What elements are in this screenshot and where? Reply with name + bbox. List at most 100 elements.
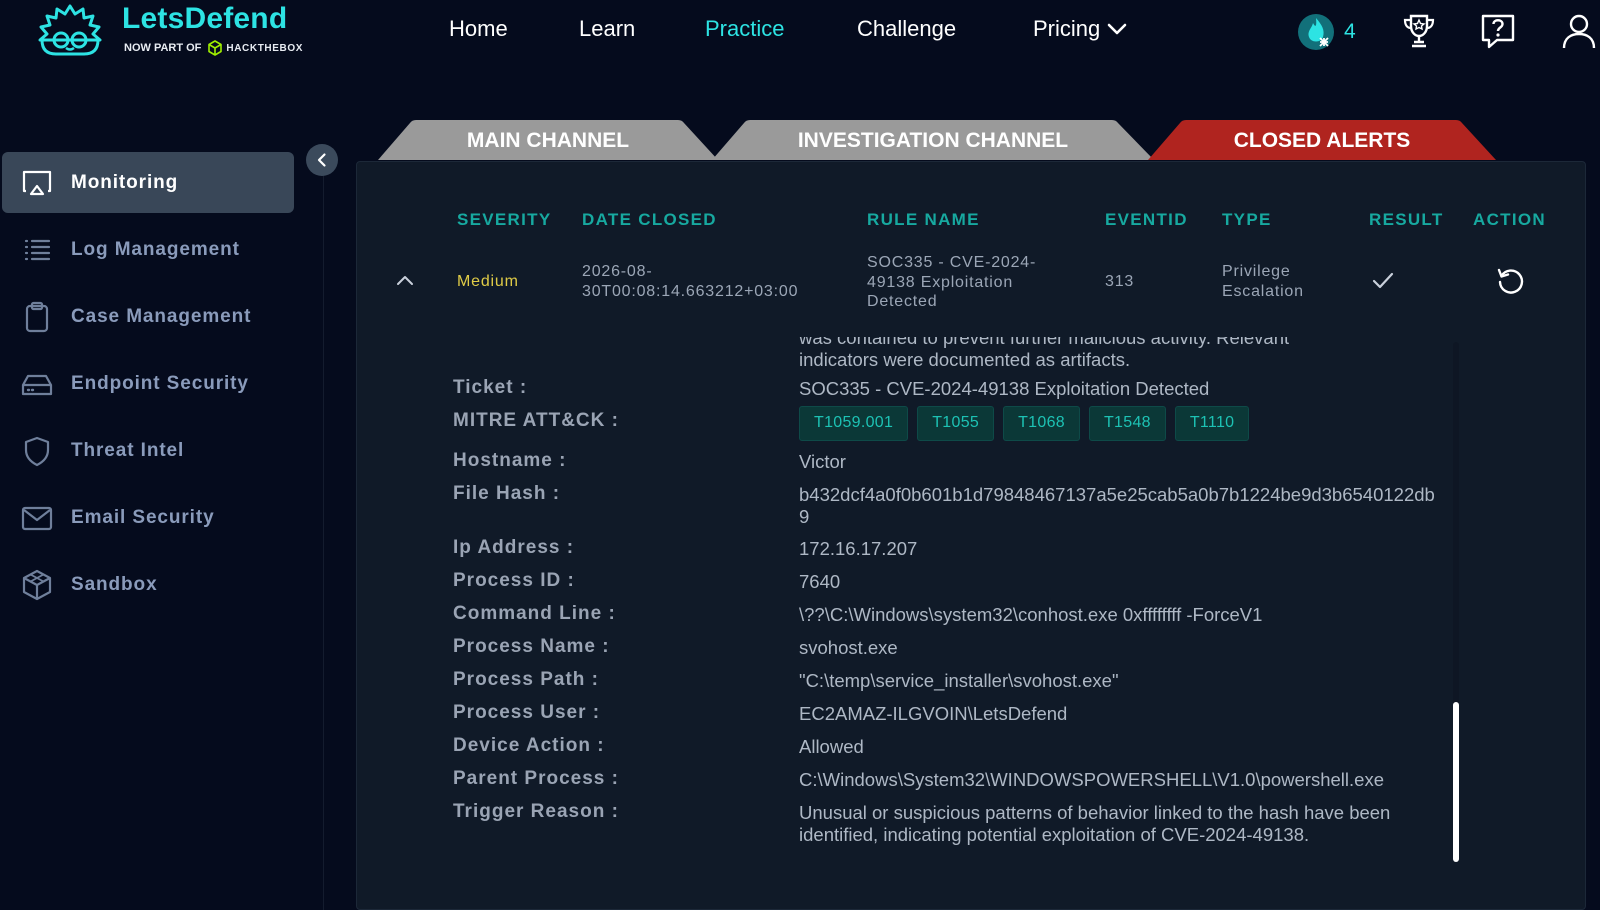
process-name-label: Process Name : — [453, 636, 610, 657]
process-user-label: Process User : — [453, 702, 601, 723]
process-name-value: svohost.exe — [799, 637, 898, 658]
nav-practice[interactable]: Practice — [705, 16, 784, 42]
help-icon[interactable] — [1479, 12, 1517, 50]
partner-logo: HACKTHEBOX — [207, 40, 303, 56]
sidebar-item-label: Monitoring — [71, 171, 179, 193]
mitre-tag[interactable]: T1068 — [1003, 406, 1080, 441]
top-navbar: LetsDefend NOW PART OF HACKTHEBOX Home L… — [0, 0, 1600, 70]
cube-icon — [22, 569, 52, 600]
sidebar-item-threat-intel[interactable]: Threat Intel — [2, 420, 294, 481]
process-user-value: EC2AMAZ-ILGVOIN\LetsDefend — [799, 703, 1068, 724]
tab-label: INVESTIGATION CHANNEL — [797, 129, 1069, 152]
nav-pricing[interactable]: Pricing — [1033, 16, 1128, 42]
column-header-severity[interactable]: SEVERITY — [457, 210, 551, 230]
mitre-tag[interactable]: T1110 — [1174, 406, 1250, 441]
severity-value: Medium — [457, 273, 519, 290]
device-action-label: Device Action : — [453, 735, 605, 756]
tab-main-channel[interactable]: MAIN CHANNEL — [378, 120, 718, 160]
partner-name: HACKTHEBOX — [226, 42, 303, 54]
user-profile-icon[interactable] — [1560, 12, 1598, 50]
restore-action-icon[interactable] — [1495, 265, 1527, 297]
sidebar: Monitoring Log Management Case Managemen… — [0, 150, 324, 910]
flame-streak-icon — [1298, 14, 1334, 50]
alert-row[interactable]: Medium 2026-08- 30T00:08:14.663212+03:00… — [357, 247, 1585, 317]
ticket-value: SOC335 - CVE-2024-49138 Exploitation Det… — [799, 378, 1210, 399]
mail-icon — [21, 506, 53, 530]
scrollbar-thumb[interactable] — [1453, 702, 1459, 862]
ip-address-value: 172.16.17.207 — [799, 538, 918, 559]
tab-label: CLOSED ALERTS — [1233, 129, 1411, 152]
sidebar-item-endpoint-security[interactable]: Endpoint Security — [2, 353, 294, 414]
summary-line: indicators were documented as artifacts. — [799, 349, 1131, 370]
process-path-value: "C:\temp\service_installer\svohost.exe" — [799, 670, 1119, 691]
sidebar-collapse-button[interactable] — [306, 144, 338, 176]
column-header-date-closed[interactable]: DATE CLOSED — [582, 210, 717, 230]
closed-alerts-panel: SEVERITY DATE CLOSED RULE NAME EVENTID T… — [356, 161, 1586, 910]
rule-name-line: 49138 Exploitation — [867, 273, 1014, 291]
sidebar-item-sandbox[interactable]: Sandbox — [2, 554, 294, 615]
column-header-eventid[interactable]: EVENTID — [1105, 210, 1188, 230]
list-icon — [24, 239, 51, 260]
drive-icon — [21, 374, 53, 395]
sidebar-item-label: Email Security — [71, 506, 215, 528]
mitre-tags: T1059.001 T1055 T1068 T1548 T1110 — [799, 406, 1439, 441]
process-id-value: 7640 — [799, 571, 841, 592]
brand-tagline: NOW PART OF HACKTHEBOX — [124, 40, 303, 56]
sidebar-item-case-management[interactable]: Case Management — [2, 286, 294, 347]
trigger-reason-label: Trigger Reason : — [453, 801, 619, 822]
chevron-down-icon — [1107, 23, 1127, 35]
command-line-value: \??\C:\Windows\system32\conhost.exe 0xff… — [799, 604, 1263, 625]
sidebar-item-label: Log Management — [71, 238, 240, 260]
rule-name-line: Detected — [867, 293, 938, 310]
file-hash-value: b432dcf4a0f0b601b1d79848467137a5e25cab5a… — [799, 484, 1435, 527]
date-closed-line: 30T00:08:14.663212+03:00 — [582, 282, 799, 300]
nav-home[interactable]: Home — [449, 16, 508, 42]
column-header-result[interactable]: RESULT — [1369, 210, 1444, 230]
tab-closed-alerts[interactable]: CLOSED ALERTS — [1148, 120, 1496, 160]
monitor-icon — [22, 170, 52, 195]
nav-pricing-label: Pricing — [1033, 16, 1101, 41]
shield-icon — [24, 436, 50, 466]
column-header-rule-name[interactable]: RULE NAME — [867, 210, 980, 230]
mitre-tag[interactable]: T1548 — [1088, 406, 1166, 441]
column-header-type[interactable]: TYPE — [1222, 210, 1272, 230]
device-action-value: Allowed — [799, 736, 864, 757]
details-scrollbar[interactable] — [1453, 342, 1459, 862]
ip-address-label: Ip Address : — [453, 537, 575, 558]
column-header-action[interactable]: ACTION — [1473, 210, 1546, 230]
nav-learn[interactable]: Learn — [579, 16, 635, 42]
tab-investigation-channel[interactable]: INVESTIGATION CHANNEL — [712, 120, 1154, 160]
hostname-value: Victor — [799, 451, 846, 472]
clipboard-icon — [25, 301, 49, 332]
process-id-label: Process ID : — [453, 570, 575, 591]
ticket-label: Ticket : — [453, 377, 528, 398]
sidebar-item-email-security[interactable]: Email Security — [2, 487, 294, 548]
type-line: Privilege — [1222, 263, 1291, 280]
trophy-icon[interactable] — [1400, 12, 1438, 50]
event-id-value: 313 — [1105, 273, 1135, 290]
letsdefend-logo-icon[interactable] — [34, 2, 106, 58]
file-hash-label: File Hash : — [453, 483, 561, 504]
playbook-summary-text: was contained to prevent further malicio… — [799, 337, 1439, 371]
nav-challenge[interactable]: Challenge — [857, 16, 956, 42]
alert-details: was contained to prevent further malicio… — [357, 337, 1477, 857]
type-value: Privilege Escalation — [1222, 262, 1304, 301]
streak-counter[interactable]: 4 — [1296, 12, 1356, 52]
checkmark-result-icon — [1372, 272, 1394, 289]
sidebar-item-monitoring[interactable]: Monitoring — [2, 152, 294, 213]
trigger-reason-value: Unusual or suspicious patterns of behavi… — [799, 802, 1391, 845]
parent-process-label: Parent Process : — [453, 768, 619, 789]
rule-name-line: SOC335 - CVE-2024- — [867, 254, 1037, 271]
chevron-up-icon[interactable] — [395, 273, 415, 287]
mitre-tag[interactable]: T1059.001 — [799, 406, 909, 441]
command-line-label: Command Line : — [453, 603, 616, 624]
mitre-label: MITRE ATT&CK : — [453, 410, 619, 431]
date-closed-line: 2026-08- — [582, 263, 653, 280]
hostname-label: Hostname : — [453, 450, 567, 471]
sidebar-item-log-management[interactable]: Log Management — [2, 219, 294, 280]
hackthebox-cube-icon — [208, 40, 223, 56]
tab-label: MAIN CHANNEL — [466, 129, 630, 152]
mitre-tag[interactable]: T1055 — [917, 406, 995, 441]
brand-name[interactable]: LetsDefend — [122, 2, 287, 36]
streak-count: 4 — [1344, 20, 1356, 43]
